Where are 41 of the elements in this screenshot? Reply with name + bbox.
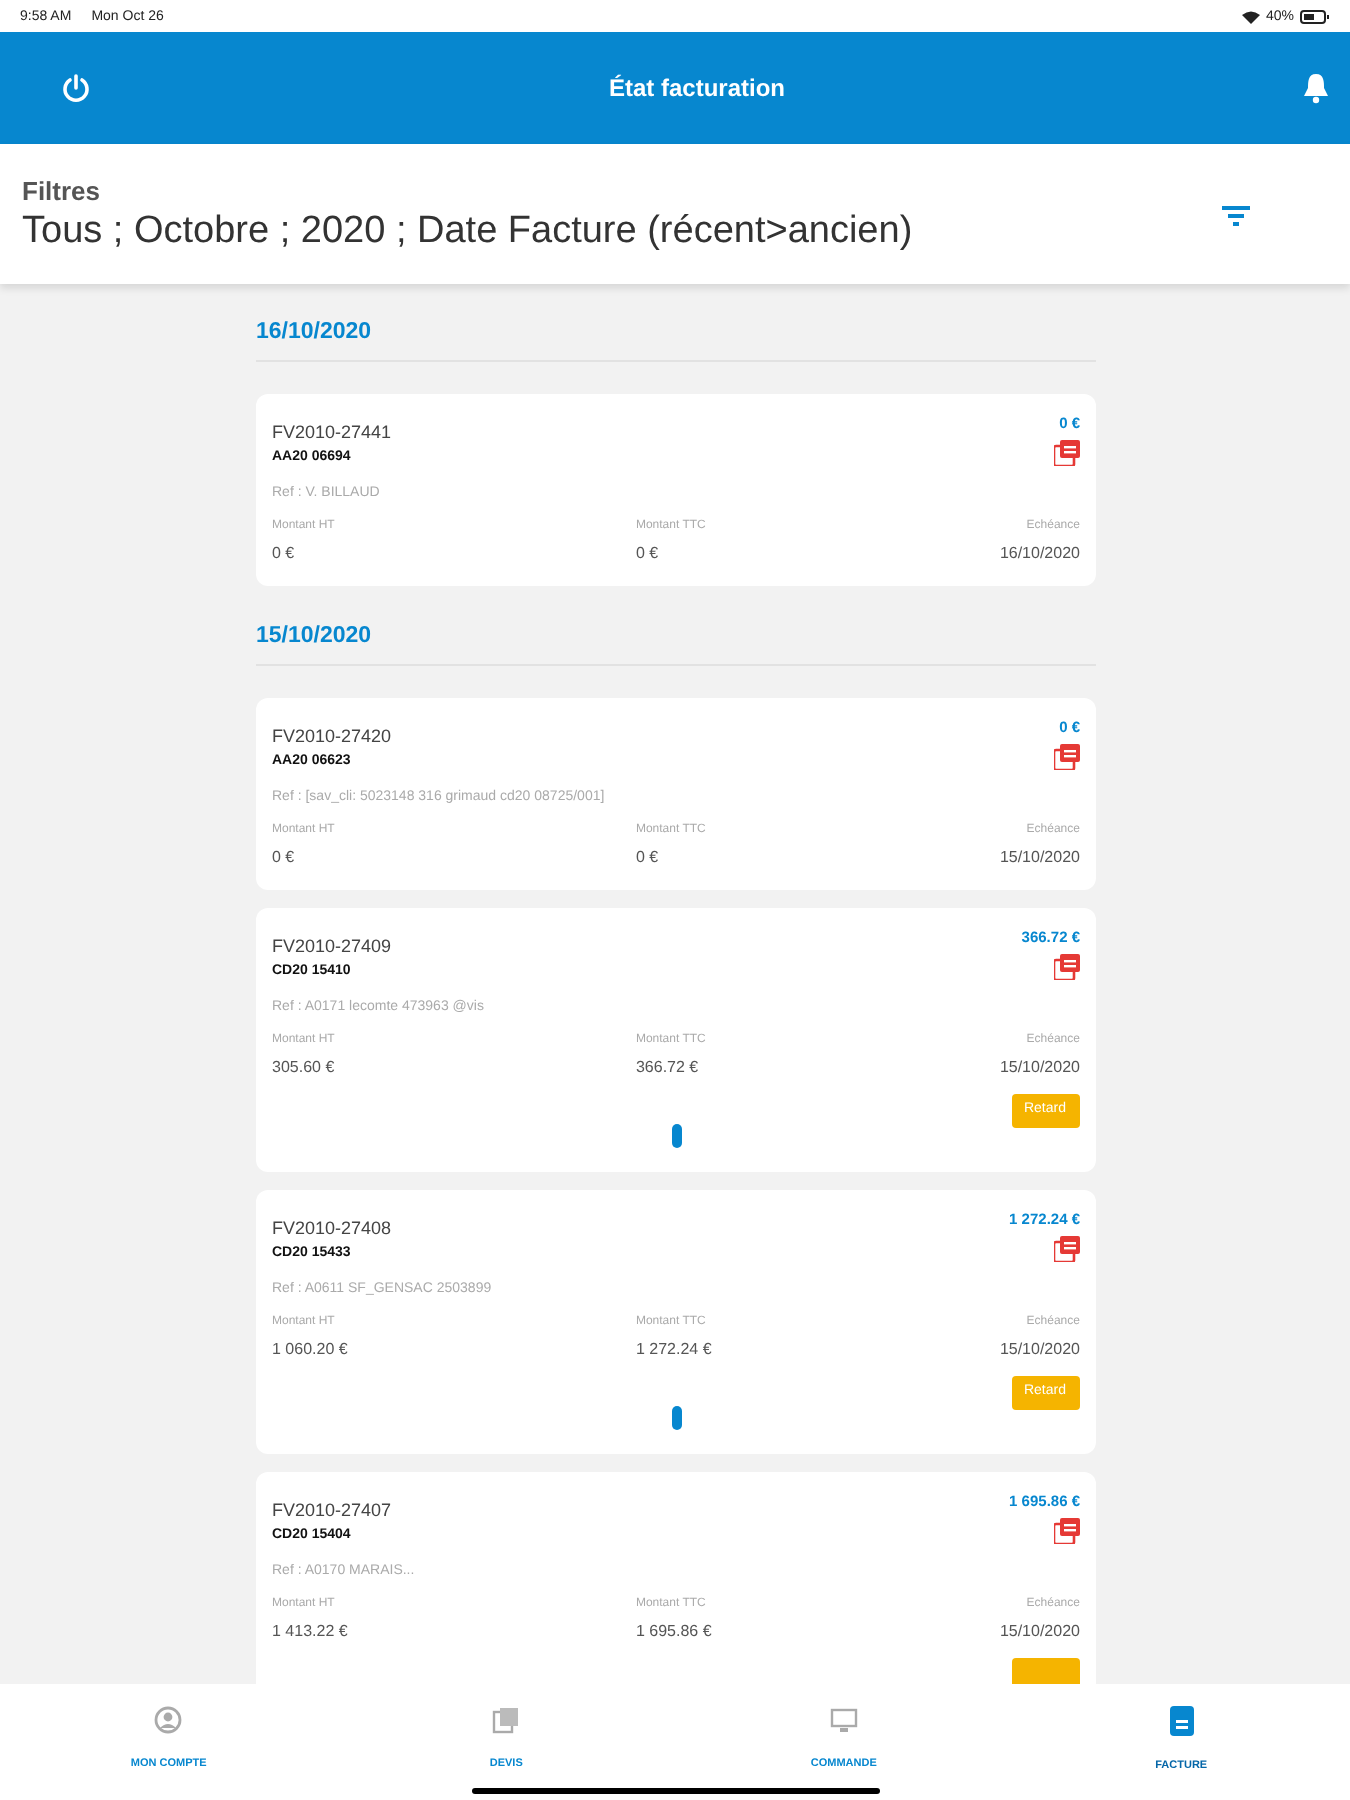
documents-icon bbox=[492, 1706, 521, 1734]
due-date: 15/10/2020 bbox=[999, 1058, 1080, 1076]
screen-title: État facturation bbox=[606, 74, 787, 102]
expand-handle[interactable] bbox=[671, 1406, 681, 1430]
amount-value: 366.72 € bbox=[635, 1058, 701, 1076]
monitor-icon bbox=[829, 1706, 858, 1734]
filter-button[interactable] bbox=[1222, 205, 1250, 225]
due-date: 16/10/2020 bbox=[999, 544, 1080, 562]
pdf-button[interactable] bbox=[1054, 954, 1080, 980]
pdf-button[interactable] bbox=[1054, 1518, 1080, 1544]
filters-label: Filtres bbox=[22, 176, 103, 206]
document-icon bbox=[1169, 1706, 1194, 1736]
pdf-button[interactable] bbox=[1054, 1236, 1080, 1262]
amount-value: 1 272.24 € bbox=[635, 1340, 714, 1358]
invoice-number: FV2010-27409 bbox=[272, 936, 392, 956]
power-button[interactable] bbox=[60, 72, 92, 104]
amount-value: 0 € bbox=[272, 544, 297, 562]
amount-value: 0 € bbox=[272, 848, 297, 866]
due-date: 15/10/2020 bbox=[999, 1622, 1080, 1640]
section-date: 16/10/2020 bbox=[256, 320, 1096, 362]
wifi-icon bbox=[1241, 9, 1260, 23]
amount-value: 1 413.22 € bbox=[272, 1622, 350, 1640]
pdf-button[interactable] bbox=[1054, 440, 1080, 466]
battery-icon bbox=[1300, 9, 1330, 23]
filters-value: Tous ; Octobre ; 2020 ; Date Facture (récent>ancien) bbox=[22, 210, 915, 254]
invoice-number: FV2010-27420 bbox=[272, 726, 392, 746]
notification-button[interactable] bbox=[1302, 72, 1330, 104]
pdf-button[interactable] bbox=[1054, 744, 1080, 770]
amount-value: 0 € bbox=[635, 848, 661, 866]
amount-value: 0 € bbox=[635, 544, 661, 562]
amount-value: 305.60 € bbox=[272, 1058, 337, 1076]
section-date: 15/10/2020 bbox=[256, 624, 1096, 666]
amount-value: 1 060.20 € bbox=[272, 1340, 350, 1358]
expand-handle[interactable] bbox=[671, 1124, 681, 1148]
amount-value: 1 695.86 € bbox=[635, 1622, 714, 1640]
user-icon bbox=[154, 1706, 183, 1734]
invoice-number: FV2010-27441 bbox=[272, 422, 392, 442]
due-date: 15/10/2020 bbox=[999, 1340, 1080, 1358]
invoice-number: FV2010-27408 bbox=[272, 1218, 392, 1238]
invoice-number: FV2010-27407 bbox=[272, 1500, 392, 1520]
due-date: 15/10/2020 bbox=[999, 848, 1080, 866]
